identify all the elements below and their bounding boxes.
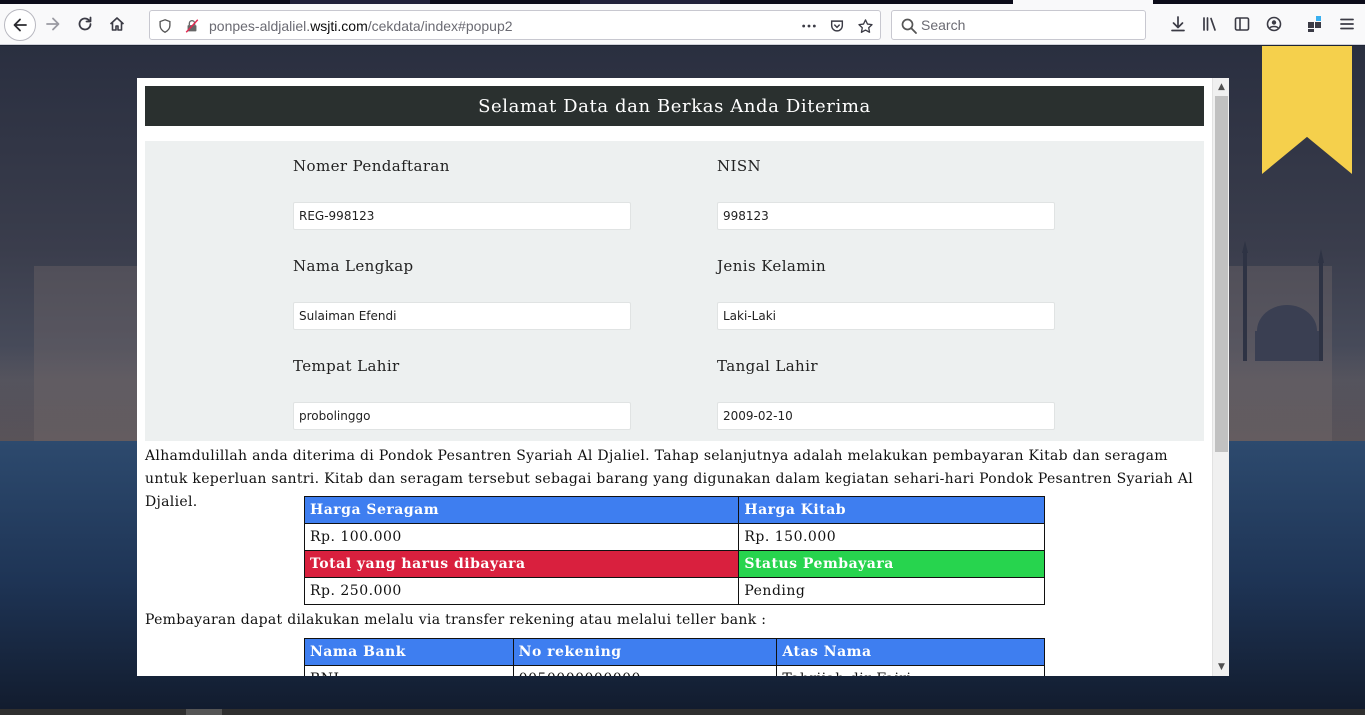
- back-button[interactable]: [4, 9, 36, 41]
- registration-data-form: Nomer Pendaftaran REG-998123 NISN 998123…: [145, 141, 1204, 441]
- nomer-pendaftaran-label: Nomer Pendaftaran: [293, 157, 450, 175]
- modal-header: Selamat Data dan Berkas Anda Diterima: [145, 86, 1204, 126]
- browser-toolbar: ponpes-aldjaliel.wsjti.com/cekdata/index…: [0, 4, 1365, 45]
- status-pembayaran-value: Pending: [738, 577, 1045, 605]
- nama-bank-header: Nama Bank: [304, 638, 514, 666]
- horizontal-scrollbar[interactable]: [0, 709, 1365, 715]
- total-value: Rp. 250.000: [303, 577, 740, 605]
- no-rekening-header: No rekening: [512, 638, 778, 666]
- harga-kitab-value: Rp. 150.000: [738, 523, 1045, 551]
- search-bar[interactable]: [891, 10, 1146, 40]
- home-icon: [109, 17, 125, 31]
- menu-button[interactable]: [1331, 8, 1363, 40]
- account-button[interactable]: [1258, 8, 1290, 40]
- shield-icon[interactable]: [156, 17, 174, 35]
- scroll-up-arrow-icon[interactable]: ▲: [1213, 79, 1229, 95]
- nisn-label: NISN: [717, 157, 762, 175]
- library-button[interactable]: [1194, 8, 1226, 40]
- pocket-icon[interactable]: [828, 17, 846, 35]
- scrollbar-thumb[interactable]: [1215, 96, 1228, 452]
- tanggal-lahir-field: Tangal Lahir 2009-02-10: [717, 357, 1055, 430]
- table-row: Rp. 250.000 Pending: [303, 577, 1045, 605]
- extensions-icon: [1308, 16, 1321, 32]
- bank-table: Nama Bank No rekening Atas Nama BNI 0050…: [304, 638, 1045, 676]
- search-input[interactable]: [921, 16, 1131, 34]
- tempat-lahir-label: Tempat Lahir: [293, 357, 400, 375]
- insecure-lock-icon[interactable]: [183, 17, 201, 35]
- jenis-kelamin-field: Jenis Kelamin Laki-Laki: [717, 257, 1055, 330]
- popup-modal: Selamat Data dan Berkas Anda Diterima No…: [137, 78, 1229, 676]
- search-icon: [901, 18, 917, 34]
- bookmark-star-icon[interactable]: [856, 17, 874, 35]
- table-row: Rp. 100.000 Rp. 150.000: [303, 523, 1045, 551]
- nomer-pendaftaran-input[interactable]: REG-998123: [293, 202, 631, 230]
- bookmark-ribbon: [1262, 46, 1352, 174]
- more-actions-icon[interactable]: [800, 17, 818, 35]
- sidebar-icon: [1234, 17, 1250, 31]
- modal-title: Selamat Data dan Berkas Anda Diterima: [478, 95, 871, 117]
- download-icon: [1171, 16, 1185, 32]
- nomer-pendaftaran-field: Nomer Pendaftaran REG-998123: [293, 157, 631, 230]
- extensions-button[interactable]: [1299, 8, 1331, 40]
- table-row: Nama Bank No rekening Atas Nama: [304, 638, 1045, 666]
- harga-kitab-header: Harga Kitab: [738, 496, 1045, 524]
- atas-nama-header: Atas Nama: [776, 638, 1045, 666]
- status-pembayaran-header: Status Pembayara: [738, 550, 1045, 578]
- back-arrow-icon: [13, 18, 27, 32]
- table-row: Harga Seragam Harga Kitab: [303, 496, 1045, 524]
- url-domain: wsjti.com: [310, 18, 368, 34]
- nisn-input[interactable]: 998123: [717, 202, 1055, 230]
- bank-name-cell: BNI: [304, 665, 514, 676]
- nama-lengkap-field: Nama Lengkap Sulaiman Efendi: [293, 257, 631, 330]
- tanggal-lahir-input[interactable]: 2009-02-10: [717, 402, 1055, 430]
- account-icon: [1266, 16, 1282, 32]
- tanggal-lahir-label: Tangal Lahir: [717, 357, 818, 375]
- tempat-lahir-input[interactable]: probolinggo: [293, 402, 631, 430]
- tempat-lahir-field: Tempat Lahir probolinggo: [293, 357, 631, 430]
- library-icon: [1203, 17, 1216, 31]
- url-path: /cekdata/index#popup2: [367, 18, 513, 34]
- downloads-button[interactable]: [1162, 8, 1194, 40]
- forward-arrow-icon: [46, 17, 60, 31]
- horizontal-scrollbar-thumb[interactable]: [186, 709, 222, 715]
- scroll-down-arrow-icon[interactable]: ▼: [1213, 659, 1229, 675]
- home-button[interactable]: [101, 8, 133, 40]
- payment-table: Harga Seragam Harga Kitab Rp. 100.000 Rp…: [303, 496, 1045, 605]
- modal-content: Selamat Data dan Berkas Anda Diterima No…: [137, 78, 1212, 676]
- jenis-kelamin-label: Jenis Kelamin: [717, 257, 827, 275]
- table-row: BNI 0050000000000 Tabrijah dir Fajri: [304, 665, 1045, 676]
- harga-seragam-header: Harga Seragam: [303, 496, 740, 524]
- harga-seragam-value: Rp. 100.000: [303, 523, 740, 551]
- forward-button[interactable]: [37, 8, 69, 40]
- reload-button[interactable]: [69, 8, 101, 40]
- total-header: Total yang harus dibayara: [303, 550, 740, 578]
- jenis-kelamin-input[interactable]: Laki-Laki: [717, 302, 1055, 330]
- nisn-field: NISN 998123: [717, 157, 1055, 230]
- transfer-instructions: Pembayaran dapat dilakukan melalu via tr…: [145, 612, 767, 628]
- account-number-cell: 0050000000000: [512, 665, 778, 676]
- account-holder-cell: Tabrijah dir Fajri: [776, 665, 1045, 676]
- reload-icon: [78, 16, 92, 31]
- sidebar-button[interactable]: [1226, 8, 1258, 40]
- nama-lengkap-input[interactable]: Sulaiman Efendi: [293, 302, 631, 330]
- url-text[interactable]: ponpes-aldjaliel.wsjti.com/cekdata/index…: [209, 18, 513, 34]
- menu-icon: [1340, 18, 1354, 30]
- mosque-silhouette: [1242, 241, 1324, 361]
- address-bar[interactable]: ponpes-aldjaliel.wsjti.com/cekdata/index…: [149, 10, 881, 40]
- modal-vertical-scrollbar[interactable]: ▲ ▼: [1212, 78, 1229, 676]
- nama-lengkap-label: Nama Lengkap: [293, 257, 414, 275]
- table-row: Total yang harus dibayara Status Pembaya…: [303, 550, 1045, 578]
- url-prefix: ponpes-aldjaliel.: [209, 18, 311, 34]
